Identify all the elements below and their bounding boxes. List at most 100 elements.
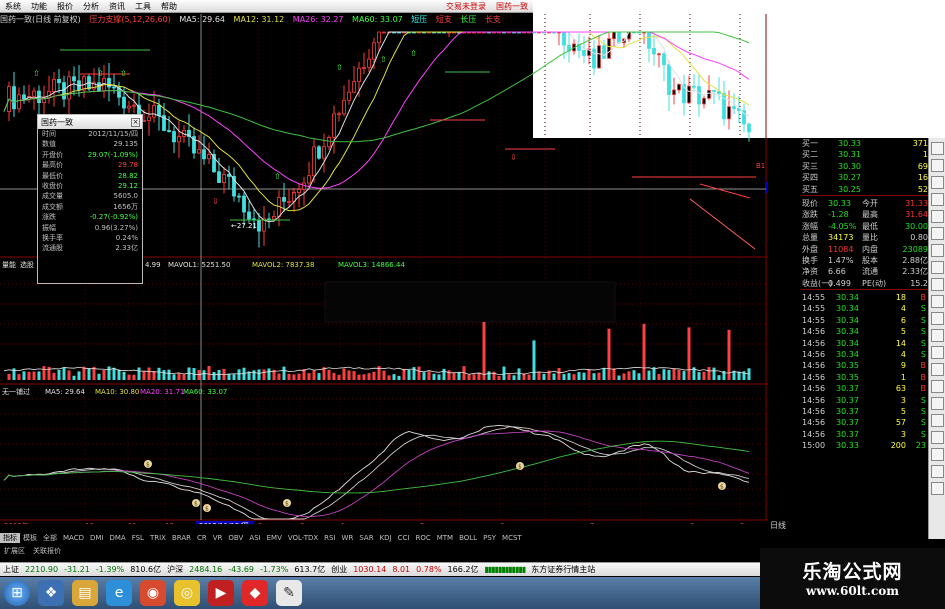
start-icon[interactable]: ⊞ <box>4 580 30 606</box>
up-arrow-icon: ⇧ <box>380 55 387 64</box>
tab-kdj[interactable]: KDJ <box>377 534 395 542</box>
tool-icon[interactable] <box>931 295 944 308</box>
candle-body <box>747 123 751 133</box>
browser-icon[interactable]: e <box>106 580 132 606</box>
tool-icon[interactable] <box>931 244 944 257</box>
tool-icon[interactable] <box>931 431 944 444</box>
tab-指标[interactable]: 指标 <box>0 533 20 543</box>
tag-long-support: 长支 <box>484 15 501 24</box>
tab-brar[interactable]: BRAR <box>169 534 194 542</box>
tab-macd[interactable]: MACD <box>60 534 87 542</box>
tab-psy[interactable]: PSY <box>480 534 499 542</box>
chart-title-line: 国药一致(日线 前复权) 压力支撑(5,12,26,60) MA5: 29.64… <box>0 14 533 26</box>
stock-title: 国药一致(日线 前复权) <box>0 15 81 24</box>
date-axis-label: 9 <box>740 522 744 524</box>
tab-模板[interactable]: 模板 <box>20 533 40 543</box>
stat-label: 股本 <box>862 255 878 265</box>
menu-item[interactable]: 系统 <box>0 1 26 12</box>
data-window-row: 成交额 1656万 <box>38 202 142 212</box>
day-label[interactable]: 日线 <box>770 520 786 531</box>
candle-body <box>362 67 366 69</box>
tool-icon[interactable]: ✎ <box>276 580 302 606</box>
up-arrow-icon: ⇧ <box>274 172 281 181</box>
tool-icon[interactable] <box>931 397 944 410</box>
tool-icon[interactable] <box>931 346 944 359</box>
close-icon[interactable]: × <box>131 117 140 127</box>
data-window-header[interactable]: 国药一致 × <box>38 115 142 129</box>
data-window[interactable]: 国药一致 × 时间 2012/11/15/四 数值 29.135 开盘价 29.07(-1… <box>37 114 143 284</box>
tab-boll[interactable]: BOLL <box>456 534 480 542</box>
menu-right-item[interactable]: 国药一致 <box>491 1 533 12</box>
tab-cr[interactable]: CR <box>194 534 210 542</box>
tab-dmi[interactable]: DMI <box>87 534 107 542</box>
tab-asi[interactable]: ASI <box>246 534 263 542</box>
extension-bar: 扩展区 关联报价 <box>0 545 768 557</box>
tool-icon[interactable] <box>931 278 944 291</box>
tab-roc[interactable]: ROC <box>412 534 433 542</box>
data-window-key: 成交额 <box>42 202 63 211</box>
stat-label: 收益(一) <box>802 278 833 288</box>
tool-icon[interactable] <box>931 193 944 206</box>
windows-icon[interactable]: ❖ <box>38 580 64 606</box>
tool-icon[interactable] <box>931 159 944 172</box>
tool-icon[interactable] <box>931 448 944 461</box>
tool-icon[interactable] <box>931 380 944 393</box>
tab-全部[interactable]: 全部 <box>40 533 60 543</box>
menu-item[interactable]: 帮助 <box>156 1 182 12</box>
ext-tab[interactable]: 关联报价 <box>29 546 65 556</box>
tool-icon[interactable] <box>931 261 944 274</box>
tab-mcst[interactable]: MCST <box>499 534 525 542</box>
tick-volume: 3 <box>900 395 906 405</box>
tool-icon[interactable] <box>931 329 944 342</box>
chrome-icon[interactable]: ◎ <box>174 580 200 606</box>
ext-tab[interactable]: 扩展区 <box>0 546 29 556</box>
indicator-name: 压力支撑(5,12,26,60) <box>89 15 171 24</box>
tool-icon[interactable] <box>931 142 944 155</box>
folder-icon[interactable]: ▤ <box>72 580 98 606</box>
menu-bar: 系统 功能 报价 分析 资讯 工具 帮助 交易未登录 国药一致 <box>0 0 533 13</box>
tool-icon[interactable] <box>931 176 944 189</box>
media-icon[interactable]: ▶ <box>208 580 234 606</box>
tool-icon[interactable] <box>931 312 944 325</box>
tick-time: 14:56 <box>802 372 826 382</box>
tab-sar[interactable]: SAR <box>356 534 376 542</box>
menu-item[interactable]: 资讯 <box>104 1 130 12</box>
menu-item[interactable]: 报价 <box>52 1 78 12</box>
tab-wr[interactable]: WR <box>339 534 357 542</box>
tab-obv[interactable]: OBV <box>225 534 246 542</box>
menu-item[interactable]: 分析 <box>78 1 104 12</box>
tab-cci[interactable]: CCI <box>395 534 413 542</box>
tab-trix[interactable]: TRIX <box>147 534 169 542</box>
tab-fsl[interactable]: FSL <box>129 534 147 542</box>
menu-item[interactable]: 功能 <box>26 1 52 12</box>
tool-icon[interactable] <box>931 465 944 478</box>
app-icon[interactable]: ◆ <box>242 580 268 606</box>
tab-dma[interactable]: DMA <box>106 534 128 542</box>
tool-icon[interactable] <box>931 210 944 223</box>
stat-value: 0.80 <box>910 233 928 243</box>
volume-bar <box>392 374 396 380</box>
tab-mtm[interactable]: MTM <box>434 534 456 542</box>
tab-vr[interactable]: VR <box>210 534 226 542</box>
tab-emv[interactable]: EMV <box>264 534 285 542</box>
tool-icon[interactable] <box>931 482 944 495</box>
date-axis-label: 11 <box>128 522 137 524</box>
tick-price: 30.33 <box>836 441 859 451</box>
tool-icon[interactable] <box>931 227 944 240</box>
tool-icon[interactable] <box>931 414 944 427</box>
candle-body <box>157 104 161 117</box>
menu-right-item[interactable]: 交易未登录 <box>441 1 491 12</box>
chrome-icon[interactable]: ◉ <box>140 580 166 606</box>
volume-bar <box>17 374 21 380</box>
tab-vol-tdx[interactable]: VOL-TDX <box>285 534 321 542</box>
menu-item[interactable]: 工具 <box>130 1 156 12</box>
tick-row: 14:56 30.34 14 S <box>802 338 928 349</box>
volume-bar <box>502 366 506 380</box>
tab-rsi[interactable]: RSI <box>321 534 338 542</box>
dollar-icon: $ <box>146 462 150 469</box>
volume-bar <box>362 374 366 380</box>
data-window-value: 2012/11/15/四 <box>88 130 138 138</box>
tool-icon[interactable] <box>931 363 944 376</box>
volume-bar <box>317 373 321 380</box>
volume-bar <box>552 373 556 380</box>
